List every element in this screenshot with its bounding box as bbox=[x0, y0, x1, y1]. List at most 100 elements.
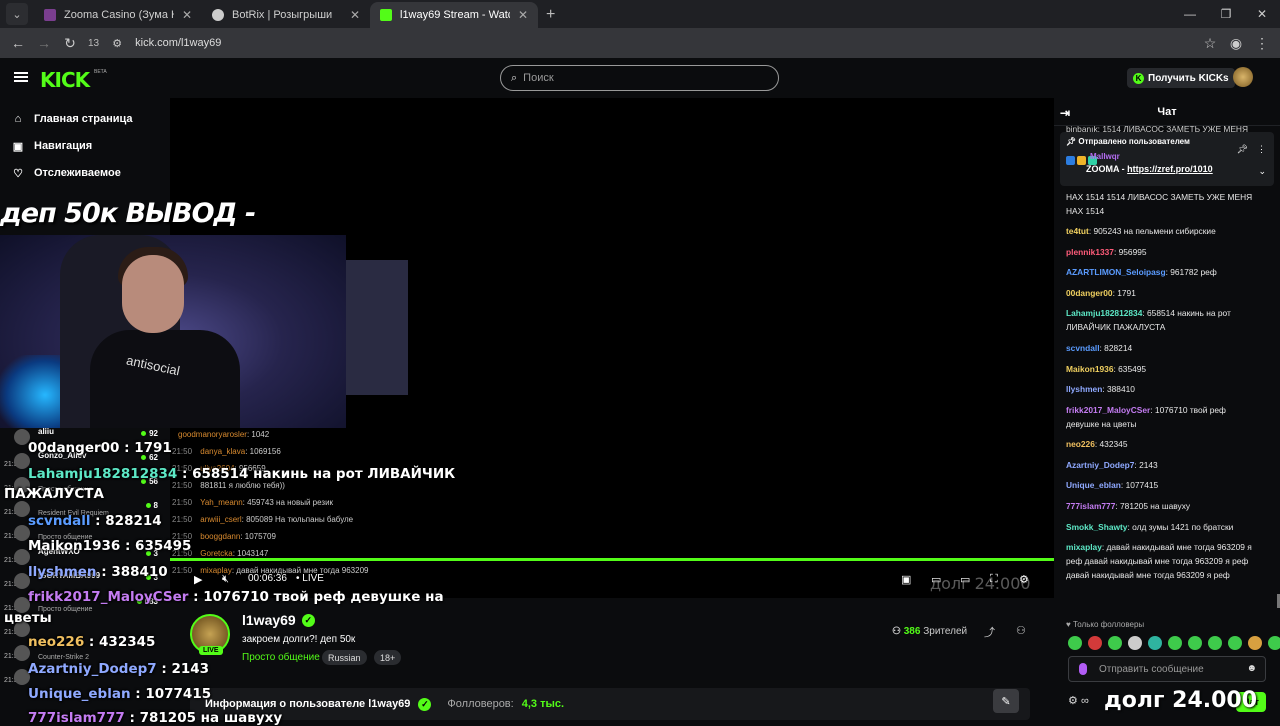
channel-name[interactable]: l1way69 ✓ bbox=[242, 612, 315, 628]
live-label: LIVE bbox=[302, 573, 324, 584]
sidebar-item-browse[interactable]: ▣ Навигация bbox=[12, 136, 92, 156]
emote-icon[interactable] bbox=[1228, 636, 1242, 650]
chat-message: AZARTLIMON_Seloipasg: 961782 реф bbox=[1066, 265, 1256, 279]
browser-tab-zooma[interactable]: Zooma Casino (Зума Казино) о ✕ bbox=[34, 2, 202, 28]
menu-icon[interactable] bbox=[14, 72, 28, 82]
inner-chat-text: : 805089 На тюльпаны бабуле bbox=[241, 515, 354, 524]
chat-text: : олд зумы 1421 по братски bbox=[1127, 522, 1234, 532]
bookmark-star-icon[interactable]: ☆ bbox=[1202, 35, 1218, 52]
unpin-icon[interactable]: 📌︎ bbox=[1237, 144, 1248, 155]
emote-icon[interactable] bbox=[1268, 636, 1280, 650]
chat-username[interactable]: scvndall bbox=[1066, 343, 1100, 353]
miniplayer-icon[interactable]: ▣ bbox=[901, 573, 911, 586]
viewers-label: Зрителей bbox=[923, 626, 968, 637]
chat-username[interactable]: Unique_eblan bbox=[1066, 480, 1121, 490]
chat-username[interactable]: plennik1337 bbox=[1066, 247, 1114, 257]
chat-username[interactable]: Azartniy_Dodep7 bbox=[1066, 460, 1134, 470]
pinned-link[interactable]: https://zref.pro/1010 bbox=[1127, 164, 1213, 174]
overlay-chat-line: цветы bbox=[4, 610, 52, 626]
live-badge: LIVE bbox=[199, 646, 223, 655]
seek-bar[interactable] bbox=[170, 558, 1054, 561]
emote-icon[interactable] bbox=[1088, 636, 1102, 650]
overlay-chat-user: neo226 bbox=[28, 634, 85, 650]
chat-message: Azartniy_Dodep7: 2143 bbox=[1066, 458, 1256, 472]
followers-label: Фолловеров: bbox=[447, 698, 514, 710]
collapse-chat-icon[interactable]: ⇥ bbox=[1060, 106, 1070, 120]
overlay-chat-text: : 1791 bbox=[119, 440, 172, 456]
infinity-icon[interactable]: ∞ bbox=[1081, 695, 1089, 707]
emote-bar bbox=[1068, 636, 1280, 650]
theater-mode-icon[interactable]: ▭ bbox=[960, 573, 970, 586]
chat-username[interactable]: Smokk_Shawty bbox=[1066, 522, 1127, 532]
sidebar-item-home[interactable]: ⌂ Главная страница bbox=[12, 109, 133, 129]
chat-username[interactable]: 00danger00 bbox=[1066, 288, 1113, 298]
pinned-label-text: Отправлено пользователем bbox=[1078, 137, 1190, 146]
chat-username[interactable]: AZARTLIMON_Seloipasg bbox=[1066, 267, 1166, 277]
stream-category-link[interactable]: Просто общение bbox=[242, 652, 320, 663]
chat-username[interactable]: neo226 bbox=[1066, 439, 1095, 449]
inner-chat-user: booggdann bbox=[200, 532, 241, 541]
chat-username[interactable]: Maikon1936 bbox=[1066, 364, 1113, 374]
emote-icon[interactable] bbox=[1128, 636, 1142, 650]
chat-username[interactable]: 777islam777 bbox=[1066, 501, 1115, 511]
tag-age[interactable]: 18+ bbox=[374, 650, 402, 665]
restore-icon[interactable]: ❐ bbox=[1208, 0, 1244, 28]
reload-icon[interactable]: ↻ bbox=[62, 35, 78, 52]
new-tab-button[interactable]: + bbox=[546, 6, 555, 24]
emoji-icon[interactable]: ☻ bbox=[1246, 663, 1257, 674]
emote-icon[interactable] bbox=[1188, 636, 1202, 650]
follow-user-icon[interactable]: ⚇ bbox=[1016, 624, 1026, 637]
chat-text: : 635495 bbox=[1113, 364, 1147, 374]
search-input[interactable]: ⌕ Поиск bbox=[500, 65, 779, 91]
chat-username[interactable]: Lahamju182812834 bbox=[1066, 308, 1142, 318]
inner-chat-line: 21:50 Yah_meann: 459743 на новый резик bbox=[172, 498, 333, 507]
back-icon[interactable]: ← bbox=[10, 35, 26, 51]
clip-icon[interactable]: ▭ bbox=[931, 573, 941, 586]
browser-tab-botrix[interactable]: BotRix | Розыгрыши ✕ bbox=[202, 2, 370, 28]
emote-icon[interactable] bbox=[1208, 636, 1222, 650]
kick-logo[interactable]: KICK bbox=[40, 68, 90, 92]
browser-tab-kick[interactable]: l1way69 Stream - Watch Live o ✕ bbox=[370, 2, 538, 28]
close-icon[interactable]: ✕ bbox=[518, 8, 528, 22]
emote-icon[interactable] bbox=[1168, 636, 1182, 650]
tag-language[interactable]: Russian bbox=[322, 650, 367, 665]
browser-menu-icon[interactable]: ⋮ bbox=[1254, 35, 1270, 52]
close-icon[interactable]: ✕ bbox=[182, 8, 192, 22]
user-avatar[interactable] bbox=[1233, 67, 1253, 87]
chat-text: : 388410 bbox=[1102, 384, 1135, 394]
emote-icon[interactable] bbox=[1068, 636, 1082, 650]
forward-icon[interactable]: → bbox=[36, 35, 52, 51]
overlay-chat-line: 00danger00 : 1791 bbox=[28, 440, 172, 456]
mute-icon[interactable]: 🔇︎ bbox=[222, 573, 229, 586]
site-info-icon[interactable]: ⚙ bbox=[109, 37, 125, 50]
pinned-user[interactable]: Mallwqr bbox=[1090, 152, 1120, 161]
share-icon[interactable]: ⤴ bbox=[984, 624, 995, 640]
play-icon[interactable]: ▶ bbox=[194, 573, 202, 586]
url-field[interactable]: kick.com/l1way69 bbox=[135, 37, 1192, 49]
tab-search-button[interactable]: ⌄ bbox=[6, 3, 28, 25]
chat-username[interactable]: te4tut bbox=[1066, 226, 1089, 236]
mic-icon[interactable] bbox=[1079, 663, 1087, 675]
emote-icon[interactable] bbox=[1248, 636, 1262, 650]
kicks-icon: K bbox=[1133, 72, 1144, 84]
chat-username[interactable]: frikk2017_MaloyCSer bbox=[1066, 405, 1150, 415]
close-icon[interactable]: ✕ bbox=[350, 8, 360, 22]
edit-icon[interactable]: ✎ bbox=[993, 689, 1019, 713]
settings-gear-icon[interactable]: ⚙ bbox=[1019, 573, 1029, 586]
more-options-icon[interactable]: ⋮ bbox=[1257, 144, 1266, 155]
emote-icon[interactable] bbox=[1108, 636, 1122, 650]
fullscreen-icon[interactable]: ⛶ bbox=[990, 573, 998, 586]
settings-icon[interactable]: ⚙ bbox=[1068, 695, 1078, 707]
minimize-icon[interactable]: — bbox=[1172, 0, 1208, 28]
emote-icon[interactable] bbox=[1148, 636, 1162, 650]
channel-info: LIVE l1way69 ✓ закроем долги?! деп 50к П… bbox=[170, 598, 1054, 670]
chat-text: : 961782 реф bbox=[1165, 267, 1217, 277]
close-window-icon[interactable]: ✕ bbox=[1244, 0, 1280, 28]
chat-username[interactable]: llyshmen bbox=[1066, 384, 1102, 394]
sidebar-item-following[interactable]: ♡ Отслеживаемое bbox=[12, 163, 121, 183]
chat-username[interactable]: mixaplay bbox=[1066, 542, 1102, 552]
chevron-down-icon[interactable]: ⌄ bbox=[1258, 166, 1266, 177]
profile-icon[interactable]: ◉ bbox=[1228, 35, 1244, 52]
chat-input[interactable]: Отправить сообщение ☻ bbox=[1068, 656, 1266, 682]
get-kicks-button[interactable]: K Получить KICKs bbox=[1127, 68, 1235, 88]
